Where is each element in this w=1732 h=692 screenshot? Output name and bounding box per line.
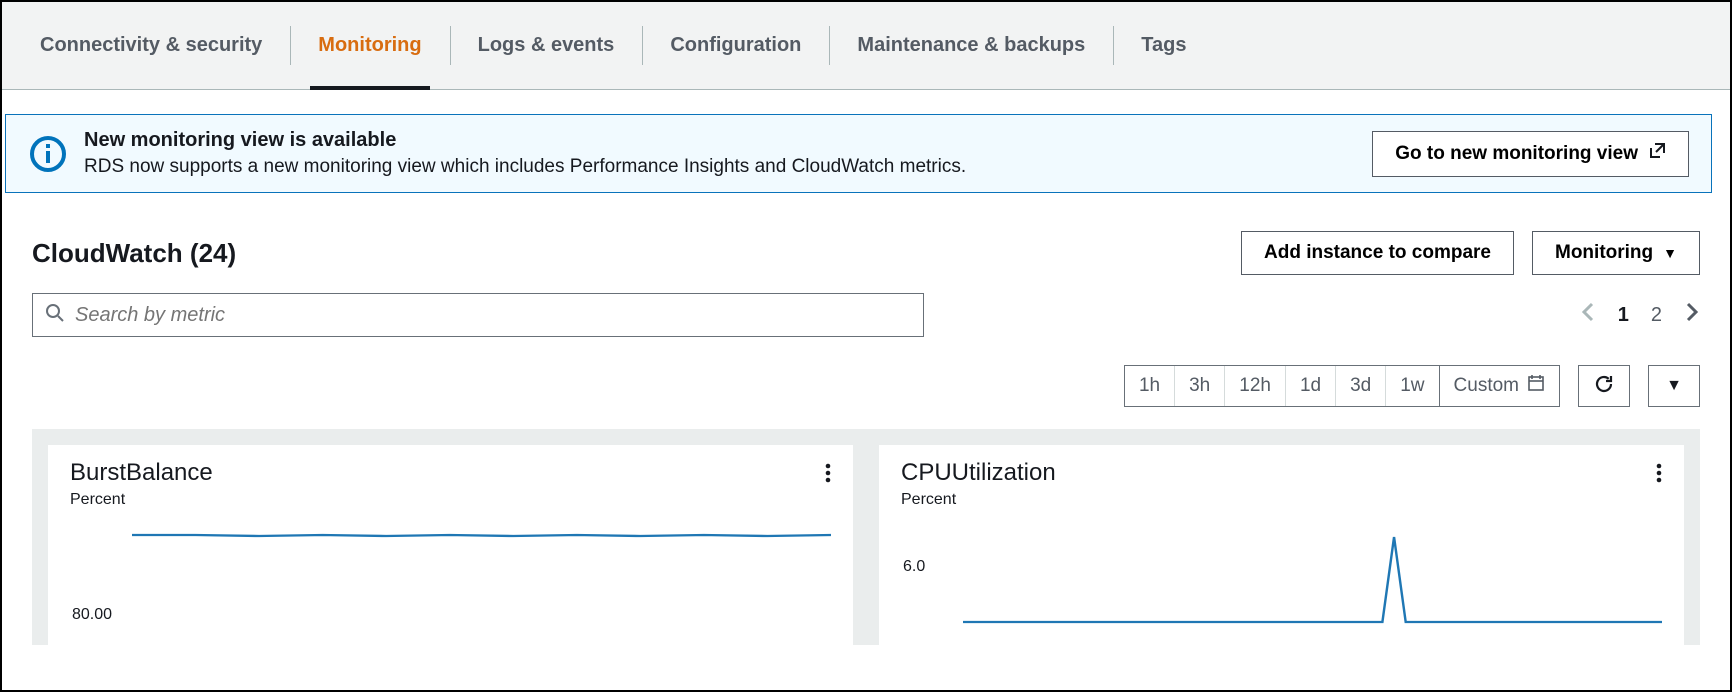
refresh-button[interactable] — [1578, 365, 1630, 407]
chart-title: CPUUtilization — [901, 459, 1662, 487]
refresh-icon — [1593, 373, 1615, 400]
chart-card-burstbalance: BurstBalance Percent 80.00 — [48, 445, 853, 645]
chart-ytick: 6.0 — [903, 558, 925, 576]
tab-bar: Connectivity & security Monitoring Logs … — [2, 2, 1730, 90]
range-12h[interactable]: 12h — [1224, 366, 1285, 406]
caret-down-icon: ▼ — [1666, 377, 1682, 395]
page-next-icon[interactable] — [1684, 300, 1700, 330]
chart-unit: Percent — [901, 491, 1662, 509]
section-title: CloudWatch (24) — [32, 238, 236, 269]
banner-desc: RDS now supports a new monitoring view w… — [84, 156, 1372, 178]
time-range-selector: 1h 3h 12h 1d 3d 1w Custom — [1124, 365, 1560, 407]
range-custom[interactable]: Custom — [1439, 366, 1559, 406]
monitoring-button-label: Monitoring — [1555, 242, 1653, 264]
range-1d[interactable]: 1d — [1285, 366, 1335, 406]
caret-down-icon: ▼ — [1663, 245, 1677, 261]
tab-logs[interactable]: Logs & events — [450, 2, 643, 89]
calendar-icon — [1527, 374, 1545, 398]
chart-ytick: 80.00 — [72, 606, 112, 624]
page-2[interactable]: 2 — [1651, 304, 1662, 327]
chart-card-cpuutilization: CPUUtilization Percent 6.0 — [879, 445, 1684, 645]
go-to-new-monitoring-button[interactable]: Go to new monitoring view — [1372, 131, 1689, 177]
banner-button-label: Go to new monitoring view — [1395, 143, 1638, 165]
chart-line — [963, 527, 1662, 637]
tab-connectivity[interactable]: Connectivity & security — [12, 2, 290, 89]
tab-monitoring[interactable]: Monitoring — [290, 2, 449, 89]
tab-configuration[interactable]: Configuration — [642, 2, 829, 89]
page-1[interactable]: 1 — [1618, 304, 1629, 327]
banner-title: New monitoring view is available — [84, 129, 1372, 152]
tab-tags[interactable]: Tags — [1113, 2, 1214, 89]
chart-line — [132, 527, 831, 637]
range-custom-label: Custom — [1454, 375, 1519, 397]
search-container — [32, 293, 924, 337]
info-banner: New monitoring view is available RDS now… — [5, 114, 1712, 193]
pagination: 1 2 — [1580, 300, 1700, 330]
range-3h[interactable]: 3h — [1174, 366, 1224, 406]
chart-unit: Percent — [70, 491, 831, 509]
chart-menu-cpuutilization[interactable] — [1656, 463, 1662, 488]
search-icon — [45, 303, 75, 328]
range-1w[interactable]: 1w — [1385, 366, 1438, 406]
external-link-icon — [1648, 142, 1666, 166]
chart-options-button[interactable]: ▼ — [1648, 365, 1700, 407]
compare-button-label: Add instance to compare — [1264, 242, 1491, 264]
range-3d[interactable]: 3d — [1335, 366, 1385, 406]
chart-menu-burstbalance[interactable] — [825, 463, 831, 488]
chart-title: BurstBalance — [70, 459, 831, 487]
monitoring-dropdown-button[interactable]: Monitoring ▼ — [1532, 231, 1700, 275]
info-icon — [28, 134, 68, 174]
tab-maintenance[interactable]: Maintenance & backups — [829, 2, 1113, 89]
add-instance-to-compare-button[interactable]: Add instance to compare — [1241, 231, 1514, 275]
search-input[interactable] — [75, 304, 911, 327]
page-prev-icon — [1580, 300, 1596, 330]
range-1h[interactable]: 1h — [1125, 366, 1174, 406]
